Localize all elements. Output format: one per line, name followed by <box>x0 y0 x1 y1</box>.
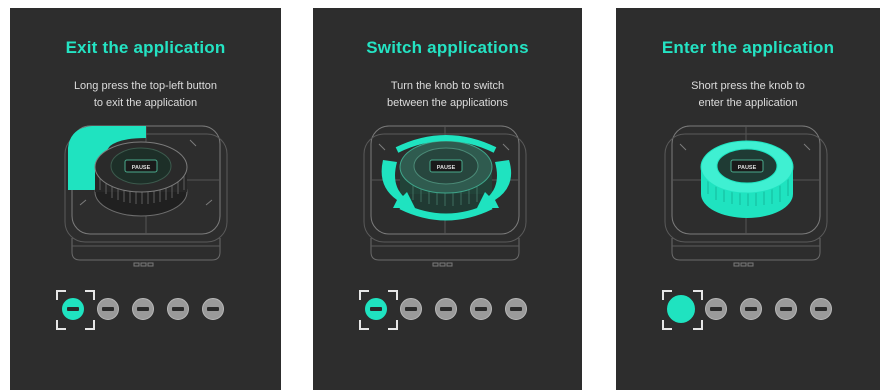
panel-switch-applications: Switch applications Turn the knob to swi… <box>313 8 582 390</box>
description-line: Short press the knob to <box>691 80 805 92</box>
app-dot[interactable] <box>435 298 457 320</box>
selection-bracket <box>662 320 672 330</box>
panel-enter-application: Enter the application Short press the kn… <box>616 8 880 390</box>
app-dot[interactable] <box>132 298 154 320</box>
selection-bracket <box>85 290 95 300</box>
description-line: to exit the application <box>93 97 198 109</box>
selection-bracket <box>56 290 66 300</box>
panel-description: Short press the knob to enter the applic… <box>616 78 880 112</box>
knob-screen-label: PAUSE <box>437 165 456 171</box>
selection-bracket <box>85 320 95 330</box>
app-dot[interactable] <box>470 298 492 320</box>
selection-bracket <box>693 290 703 300</box>
selection-bracket <box>388 320 398 330</box>
knob: PAUSE <box>94 141 188 217</box>
app-dot[interactable] <box>97 298 119 320</box>
app-dot[interactable] <box>400 298 422 320</box>
app-dot[interactable] <box>740 298 762 320</box>
app-dot[interactable] <box>810 298 832 320</box>
panel-title: Exit the application <box>65 38 226 57</box>
knob-screen-label: PAUSE <box>738 165 757 171</box>
app-dot[interactable] <box>167 298 189 320</box>
selection-bracket <box>388 290 398 300</box>
knob-pressed: PAUSE <box>700 140 794 218</box>
app-selector-dots <box>56 290 257 330</box>
selection-bracket <box>359 320 369 330</box>
panel-description: Turn the knob to switch between the appl… <box>313 78 582 112</box>
app-dot-selected[interactable] <box>365 298 387 320</box>
device-illustration: PAUSE <box>363 125 527 267</box>
panel-title: Enter the application <box>661 38 835 57</box>
device-illustration: PAUSE <box>64 125 228 267</box>
selection-bracket <box>693 320 703 330</box>
app-dot[interactable] <box>775 298 797 320</box>
app-dot[interactable] <box>505 298 527 320</box>
panel-description: Long press the top-left button to exit t… <box>10 78 281 112</box>
app-dot[interactable] <box>705 298 727 320</box>
app-dot-selected[interactable] <box>62 298 84 320</box>
description-line: enter the application <box>698 97 798 109</box>
device-illustration: PAUSE <box>664 125 828 267</box>
app-selector-dots <box>662 290 863 330</box>
app-dot[interactable] <box>202 298 224 320</box>
app-dot-entered[interactable] <box>667 295 695 323</box>
selection-bracket <box>56 320 66 330</box>
description-line: Turn the knob to switch <box>390 80 505 92</box>
description-line: between the applications <box>386 97 509 109</box>
panel-exit-application: Exit the application Long press the top-… <box>10 8 281 390</box>
description-line: Long press the top-left button <box>73 80 218 92</box>
selection-bracket <box>359 290 369 300</box>
instruction-panels: Exit the application Long press the top-… <box>0 0 880 390</box>
app-selector-dots <box>359 290 560 330</box>
knob-screen-label: PAUSE <box>132 165 151 171</box>
panel-title: Switch applications <box>366 38 529 57</box>
